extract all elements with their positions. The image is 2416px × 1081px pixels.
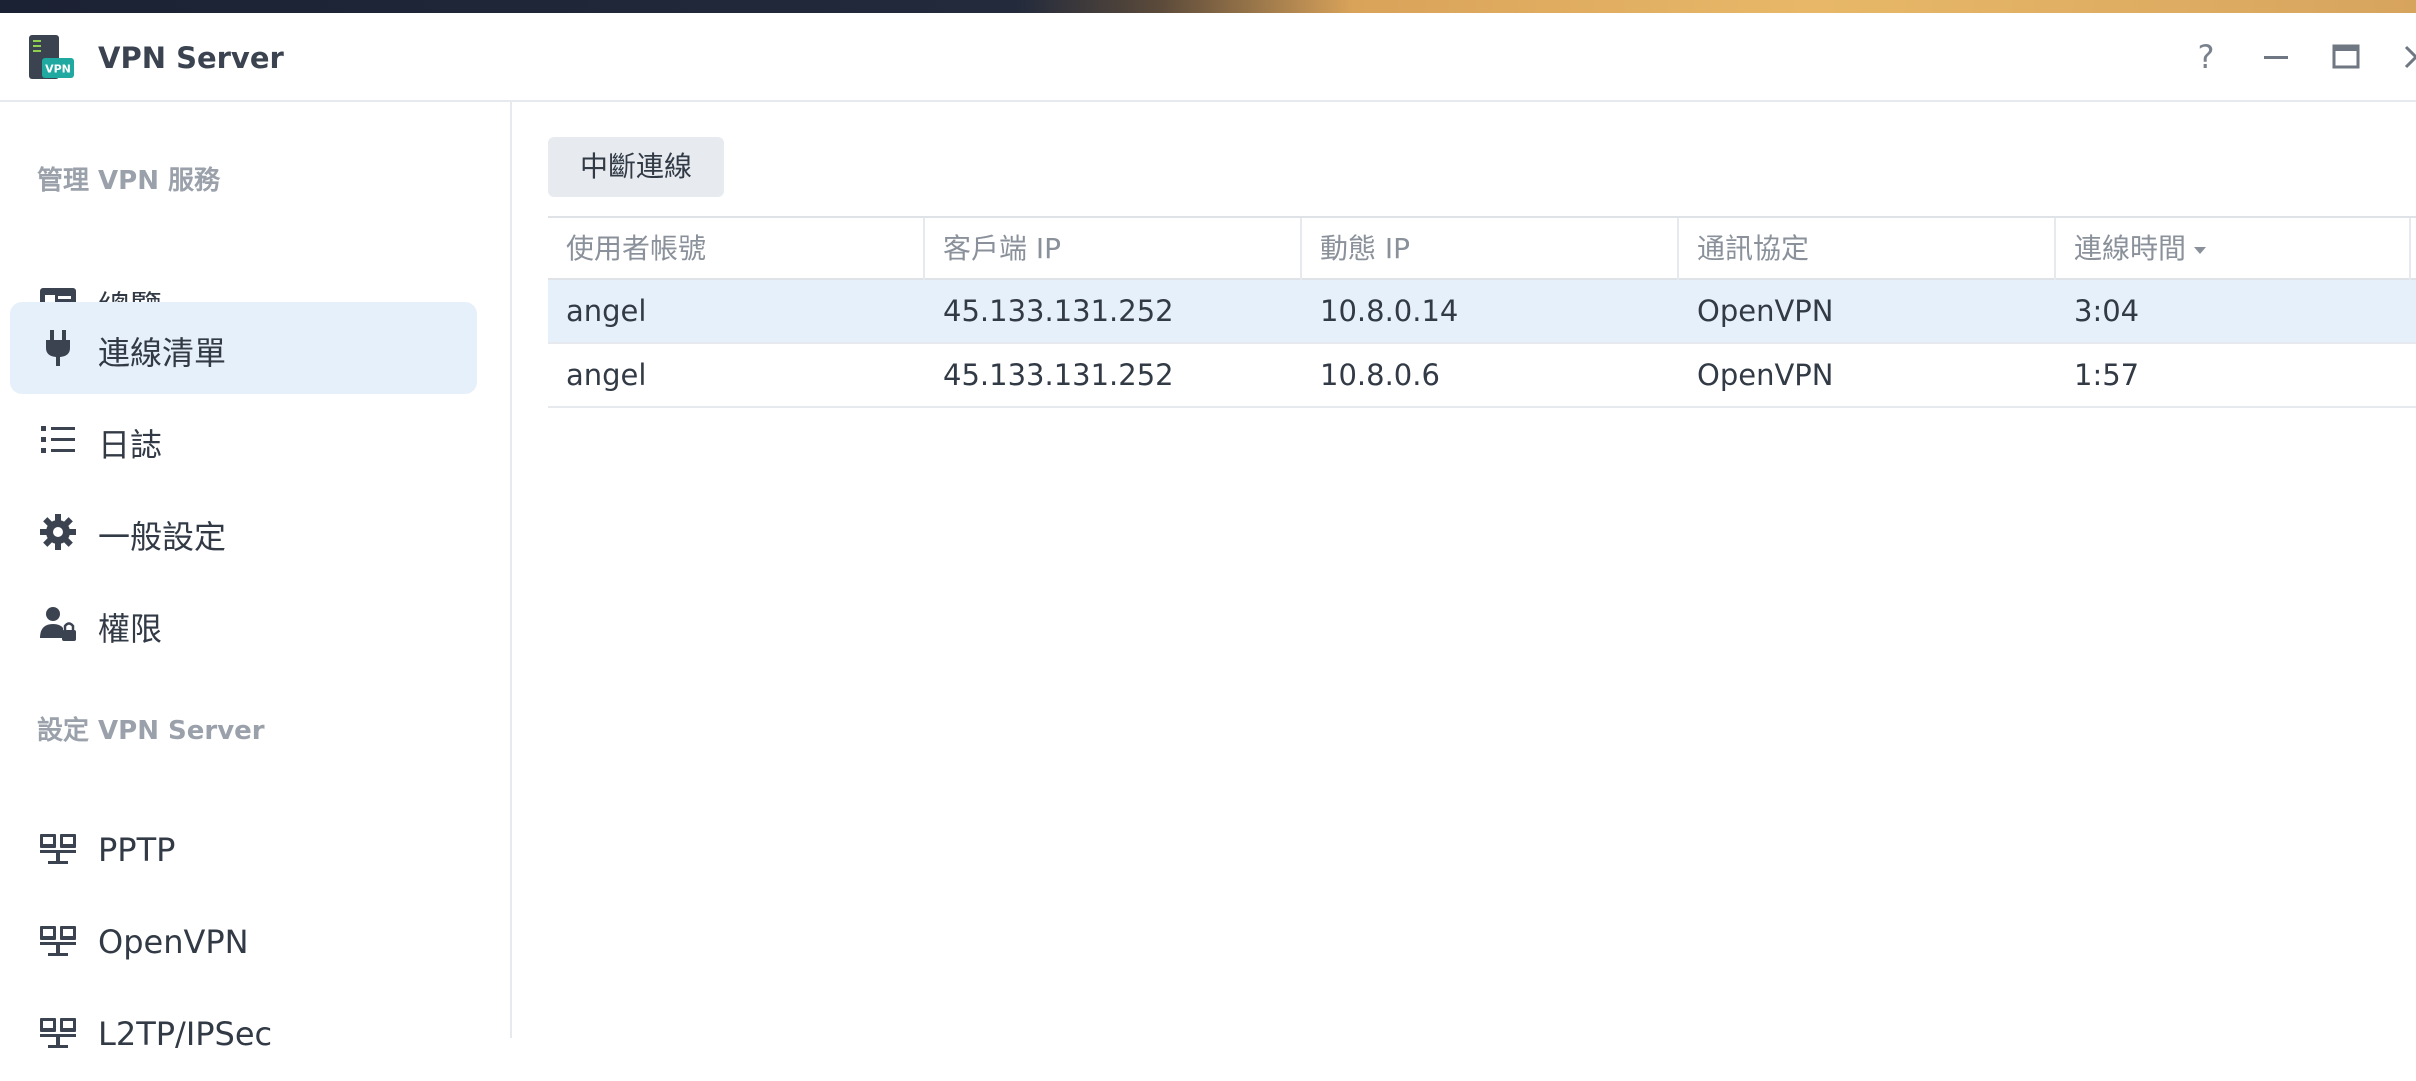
sort-descending-icon [2194,246,2207,254]
cell-protocol: OpenVPN [1697,358,1834,392]
network-icon [40,1018,76,1048]
cell-user: angel [566,294,647,328]
sidebar-item-label: 一般設定 [98,518,227,556]
svg-text:VPN: VPN [45,63,71,76]
network-icon [40,926,76,956]
table-row[interactable]: angel 45.133.131.252 10.8.0.14 OpenVPN 3… [548,280,2416,344]
sidebar-item-label: 權限 [98,610,163,648]
maximize-button[interactable] [2324,35,2368,79]
sidebar-item-label: OpenVPN [98,923,249,961]
column-header-connection-time[interactable]: 連線時間 [2056,218,2411,280]
connection-table: 使用者帳號 客戶端 IP 動態 IP 通訊協定 連線時間 angel 45.13… [548,216,2416,408]
vpn-server-app-icon: VPN [29,35,74,79]
sidebar-item-label: PPTP [98,831,176,869]
window-title: VPN Server [98,41,284,75]
sidebar-item-connection-list[interactable]: 連線清單 [10,302,477,394]
close-icon [2404,45,2416,69]
cell-protocol: OpenVPN [1697,294,1834,328]
cell-dynamic-ip: 10.8.0.6 [1320,358,1440,392]
desktop-wallpaper-strip [0,0,2416,13]
section-title-manage: 管理 VPN 服務 [37,166,221,196]
title-bar[interactable]: VPN VPN Server ? [0,13,2416,102]
table-row[interactable]: angel 45.133.131.252 10.8.0.6 OpenVPN 1:… [548,344,2416,408]
sidebar-item-general-settings[interactable]: 一般設定 [10,486,477,578]
cell-connection-time: 3:04 [2074,294,2140,328]
list-icon [41,426,75,453]
vpn-server-window: VPN VPN Server ? 管理 VPN 服務 總覽 [0,13,2416,1053]
sidebar-item-l2tp-ipsec[interactable]: L2TP/IPSec [10,989,477,1081]
column-header-user[interactable]: 使用者帳號 [548,218,925,280]
column-header-label: 連線時間 [2074,232,2187,265]
cell-user: angel [566,358,647,392]
sidebar-item-label: 日誌 [98,426,163,464]
network-icon [40,834,76,864]
column-header-client-ip[interactable]: 客戶端 IP [925,218,1302,280]
cell-dynamic-ip: 10.8.0.14 [1320,294,1459,328]
sidebar: 管理 VPN 服務 總覽 連線清單 [0,102,512,1053]
user-lock-icon [40,607,76,641]
sidebar-item-permissions[interactable]: 權限 [10,578,477,670]
column-header-dynamic-ip[interactable]: 動態 IP [1302,218,1679,280]
disconnect-button[interactable]: 中斷連線 [548,137,724,197]
plug-icon [46,330,70,366]
help-icon[interactable]: ? [2184,35,2228,79]
cell-client-ip: 45.133.131.252 [943,358,1174,392]
cell-connection-time: 1:57 [2074,358,2140,392]
maximize-icon [2332,44,2360,69]
main-panel: 中斷連線 使用者帳號 客戶端 IP 動態 IP 通訊協定 連線時間 angel … [514,102,2416,1038]
gear-icon [40,514,76,550]
minimize-icon [2264,56,2288,59]
sidebar-item-openvpn[interactable]: OpenVPN [10,897,477,989]
sidebar-item-log[interactable]: 日誌 [10,394,477,486]
cell-client-ip: 45.133.131.252 [943,294,1174,328]
table-header: 使用者帳號 客戶端 IP 動態 IP 通訊協定 連線時間 [548,216,2416,280]
sidebar-item-label: 連線清單 [98,334,227,372]
close-button[interactable] [2394,35,2416,79]
minimize-button[interactable] [2254,35,2298,79]
sidebar-item-pptp[interactable]: PPTP [10,805,477,897]
column-header-protocol[interactable]: 通訊協定 [1679,218,2056,280]
sidebar-item-label: L2TP/IPSec [98,1015,273,1053]
section-title-setup: 設定 VPN Server [37,716,265,746]
